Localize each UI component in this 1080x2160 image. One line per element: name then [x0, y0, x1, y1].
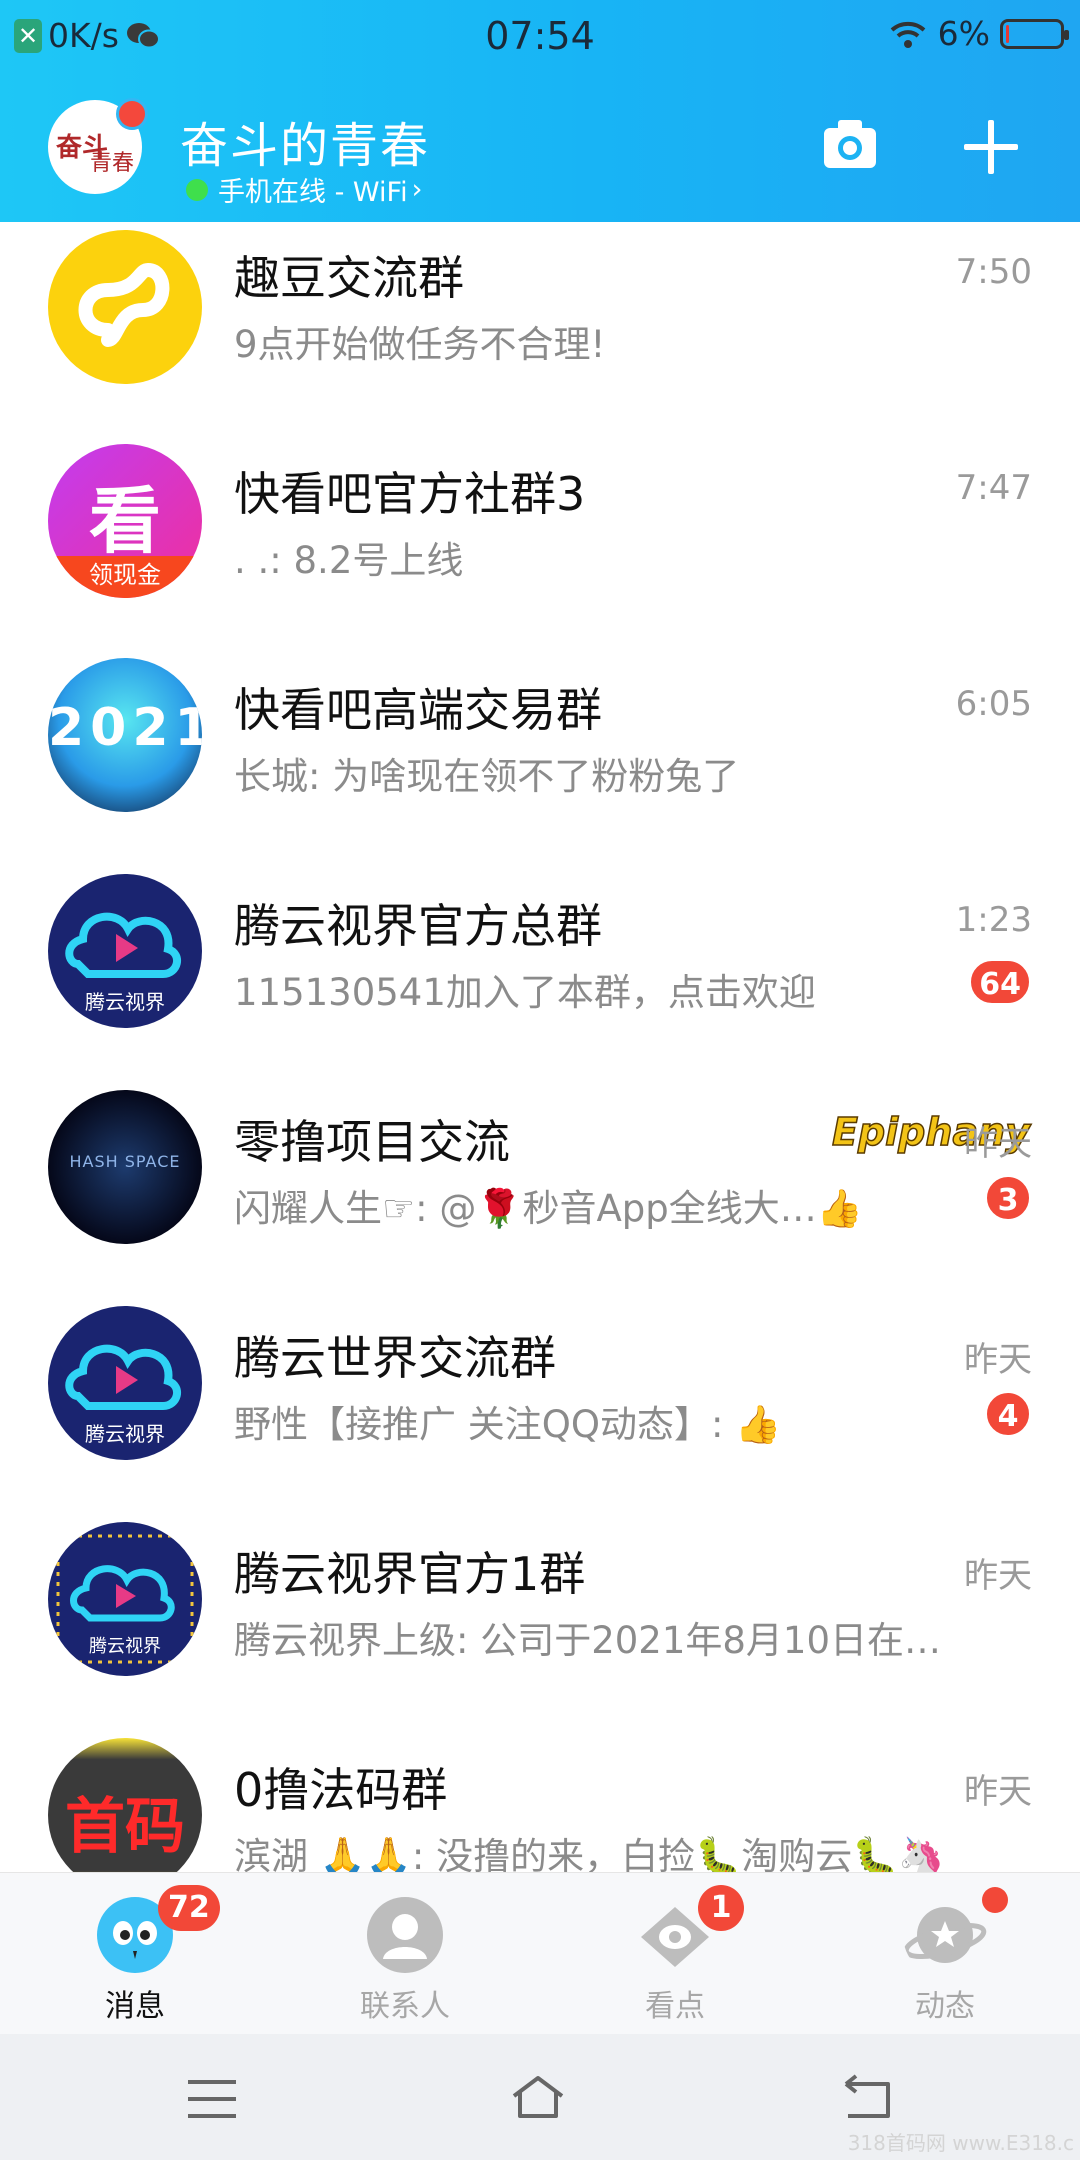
chat-row[interactable]: 腾云视界 腾云世界交流群 野性【接推广 关注QQ动态】: 👍 昨天 4 [0, 1296, 1080, 1512]
chat-row[interactable]: HASH SPACE 零撸项目交流 闪耀人生☞: @🌹秒音App全线大…👍 Ep… [0, 1080, 1080, 1296]
chat-last-message: 9点开始做任务不合理! [234, 323, 606, 366]
unread-badge: 4 [984, 1390, 1032, 1438]
chat-name: 腾云视界官方1群 [234, 1547, 586, 1601]
infinity-logo-icon [78, 262, 170, 347]
chat-name: 零撸项目交流 [234, 1115, 510, 1169]
chat-last-message: 腾云视界上级: 公司于2021年8月10日在… [234, 1619, 942, 1662]
group-avatar [48, 230, 202, 384]
tab-feed[interactable]: 动态 [810, 1873, 1080, 2035]
tab-kandian[interactable]: 1 看点 [540, 1873, 810, 2035]
avatar-glyph: 看 [88, 479, 161, 563]
chat-name: 快看吧高端交易群 [234, 683, 602, 737]
chat-time: 6:05 [955, 684, 1032, 724]
camera-icon[interactable] [820, 116, 880, 172]
unread-total-badge: 72 [158, 1885, 220, 1931]
chat-name: 腾云视界官方总群 [234, 899, 602, 953]
watermark: 318首码网 www.E318.c [847, 2131, 1074, 2155]
chat-row[interactable]: 看 领现金 快看吧官方社群3 . .: 8.2号上线 7:47 [0, 432, 1080, 648]
group-avatar: 腾云视界 [48, 874, 202, 1028]
planet-icon [903, 1907, 987, 1963]
chat-time: 7:50 [955, 252, 1032, 292]
unread-badge: 64 [968, 958, 1032, 1006]
tab-label: 动态 [915, 1989, 975, 2024]
avatar-caption: 腾云视界 [89, 1636, 161, 1657]
chat-name: 0撸法码群 [234, 1763, 448, 1817]
chat-name: 快看吧官方社群3 [234, 467, 586, 521]
plus-icon[interactable] [962, 118, 1020, 176]
chat-name: 趣豆交流群 [234, 251, 464, 305]
group-avatar: 腾云视界 [48, 1306, 202, 1460]
battery-fill [1006, 24, 1009, 43]
new-activity-dot [982, 1887, 1008, 1913]
bottom-tab-bar: 72 消息 联系人 1 看点 动态 [0, 1872, 1080, 2035]
system-nav-bar: 318首码网 www.E318.c [0, 2034, 1080, 2160]
chat-last-message: 闪耀人生☞: @🌹秒音App全线大…👍 [234, 1187, 863, 1230]
tab-label: 联系人 [360, 1989, 450, 2024]
chat-last-message: 滨湖 🙏🙏: 没撸的来，白捡🐛淘购云🐛🦄 [234, 1835, 945, 1872]
avatar-glyph: 2021 [48, 698, 202, 758]
tab-label: 看点 [645, 1989, 705, 2024]
avatar-caption: HASH SPACE [69, 1152, 181, 1171]
chat-time: 1:23 [955, 900, 1032, 940]
group-avatar: 腾云视界 [48, 1522, 202, 1676]
chat-time: 昨天 [964, 1340, 1032, 1380]
tab-contacts[interactable]: 联系人 [270, 1873, 540, 2035]
unread-badge: 3 [984, 1174, 1032, 1222]
chat-time: 昨天 [964, 1772, 1032, 1812]
chat-last-message: 长城: 为啥现在领不了粉粉兔了 [234, 755, 740, 798]
chat-time: 7:47 [955, 468, 1032, 508]
group-avatar: 首码 [48, 1738, 202, 1872]
online-status[interactable]: 手机在线 - WiFi › [186, 170, 422, 209]
tab-messages[interactable]: 72 消息 [0, 1873, 270, 2035]
wifi-icon [890, 21, 925, 48]
status-right: 6% [888, 14, 1069, 53]
avatar-glyph: 首码 [65, 1792, 185, 1862]
chat-row[interactable]: 腾云视界 腾云视界官方总群 115130541加入了本群，点击欢迎 1:23 6… [0, 864, 1080, 1080]
chat-row[interactable]: 腾云视界 腾云视界官方1群 腾云视界上级: 公司于2021年8月10日在… 昨天 [0, 1512, 1080, 1728]
menu-icon[interactable] [182, 2072, 242, 2126]
chat-time: 昨天 [964, 1124, 1032, 1164]
battery-percent: 6% [937, 14, 990, 53]
avatar-caption: 腾云视界 [85, 1422, 165, 1446]
page-title[interactable]: 奋斗的青春 [180, 106, 430, 176]
online-dot [186, 178, 208, 201]
unread-badge: 1 [698, 1885, 744, 1931]
avatar-caption: 领现金 [48, 556, 202, 598]
avatar-caption: 腾云视界 [85, 990, 165, 1014]
chat-row[interactable]: 2021 快看吧高端交易群 长城: 为啥现在领不了粉粉兔了 6:05 [0, 648, 1080, 864]
group-avatar: 看 领现金 [48, 444, 202, 598]
battery-icon [1000, 18, 1069, 49]
svg-text:青春: 青春 [90, 151, 134, 176]
group-avatar: HASH SPACE [48, 1090, 202, 1244]
contacts-icon [367, 1897, 443, 1973]
app-header: ✕ 0K/s 07:54 6% 奋斗 青春 奋斗的青春 手机在线 - WiFi … [0, 0, 1080, 222]
chat-name: 腾云世界交流群 [234, 1331, 556, 1385]
chat-last-message: . .: 8.2号上线 [234, 539, 464, 582]
online-status-text: 手机在线 - WiFi [218, 177, 408, 208]
chat-row[interactable]: 首码 0撸法码群 滨湖 🙏🙏: 没撸的来，白捡🐛淘购云🐛🦄 昨天 [0, 1728, 1080, 1872]
group-avatar: 2021 [48, 658, 202, 812]
chat-last-message: 野性【接推广 关注QQ动态】: 👍 [234, 1403, 782, 1446]
chat-list[interactable]: 趣豆交流群 9点开始做任务不合理! 7:50 看 领现金 快看吧官方社群3 . … [0, 222, 1080, 1872]
tab-label: 消息 [105, 1989, 165, 2024]
home-icon[interactable] [508, 2072, 568, 2126]
chat-last-message: 115130541加入了本群，点击欢迎 [234, 971, 816, 1014]
avatar-notification-dot [116, 98, 148, 130]
chevron-right-icon: › [411, 174, 423, 205]
status-bar: ✕ 0K/s 07:54 6% [0, 0, 1080, 72]
chat-time: 昨天 [964, 1556, 1032, 1596]
chat-row[interactable]: 趣豆交流群 9点开始做任务不合理! 7:50 [0, 222, 1080, 432]
back-icon[interactable] [838, 2072, 898, 2126]
